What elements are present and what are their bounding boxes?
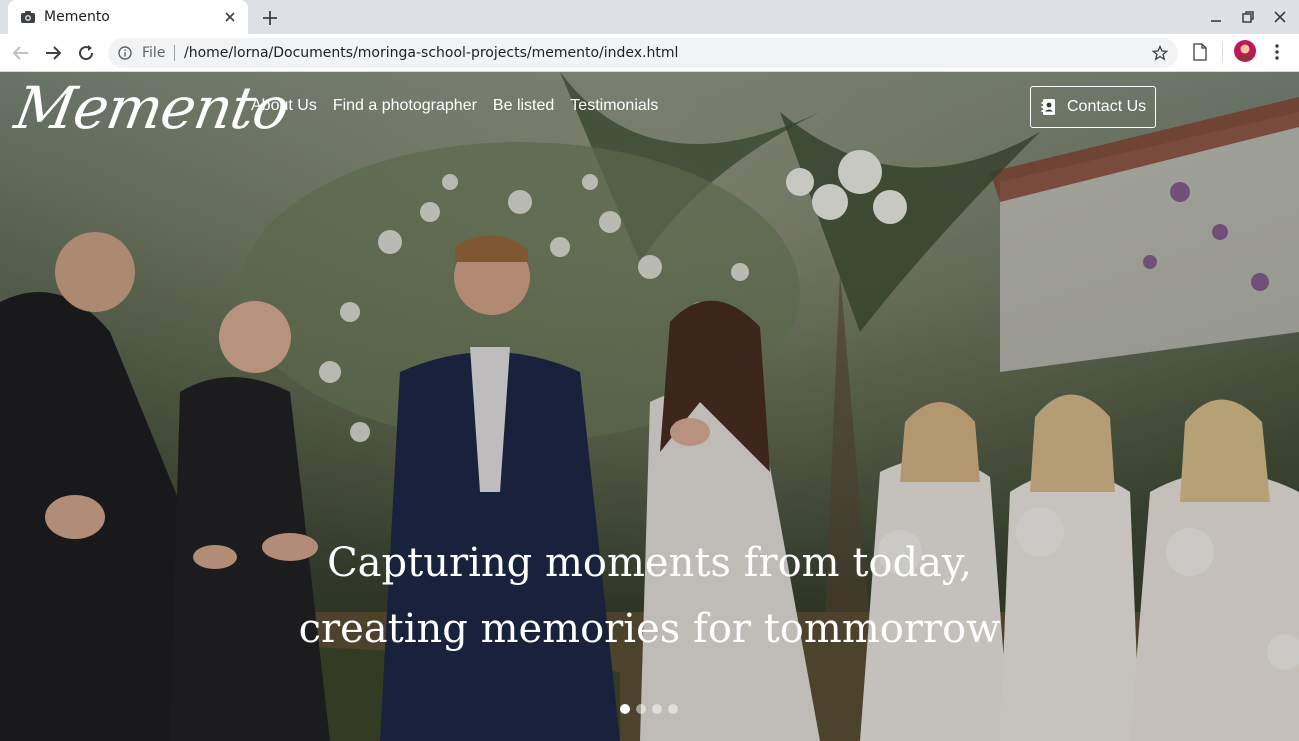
tab-title: Memento <box>44 9 110 25</box>
info-icon[interactable] <box>118 46 132 60</box>
nav-link-testimonials[interactable]: Testimonials <box>570 97 658 115</box>
carousel-dot-3[interactable] <box>652 704 662 714</box>
address-book-icon <box>1041 99 1055 115</box>
scheme-label: File <box>142 45 166 61</box>
browser-tab[interactable]: Memento <box>8 0 248 34</box>
address-bar[interactable]: File /home/lorna/Documents/moringa-schoo… <box>108 38 1178 68</box>
new-tab-icon[interactable] <box>260 8 280 28</box>
bookmark-star-icon[interactable] <box>1152 45 1168 61</box>
reader-page-icon[interactable] <box>1192 43 1208 61</box>
minimize-icon[interactable] <box>1208 9 1224 25</box>
nav-link-about[interactable]: About Us <box>251 97 317 115</box>
carousel-indicators <box>620 704 678 714</box>
hero-headline-line-1: Capturing moments from today, <box>327 540 972 586</box>
carousel-dot-1[interactable] <box>620 704 630 714</box>
forward-icon[interactable] <box>42 42 64 64</box>
toolbar-divider <box>1222 42 1223 62</box>
url-text[interactable]: /home/lorna/Documents/moringa-school-pro… <box>184 45 678 61</box>
reload-icon[interactable] <box>75 42 97 64</box>
restore-icon[interactable] <box>1240 9 1256 25</box>
hero-headline-line-2: creating memories for tommorrow <box>298 606 1001 652</box>
camera-icon <box>21 11 35 23</box>
hero-headline: Capturing moments from today, creating m… <box>0 530 1299 662</box>
browser-toolbar: File /home/lorna/Documents/moringa-schoo… <box>0 34 1299 72</box>
carousel-dot-4[interactable] <box>668 704 678 714</box>
carousel-dot-2[interactable] <box>636 704 646 714</box>
close-icon[interactable] <box>222 9 238 25</box>
menu-kebab-icon[interactable] <box>1270 43 1284 61</box>
main-nav: About Us Find a photographer Be listed T… <box>251 97 658 115</box>
contact-us-button[interactable]: Contact Us <box>1030 86 1156 128</box>
profile-avatar[interactable] <box>1234 40 1256 62</box>
nav-link-be-listed[interactable]: Be listed <box>493 97 554 115</box>
page-viewport: Memento About Us Find a photographer Be … <box>0 72 1299 741</box>
window-close-icon[interactable] <box>1272 9 1288 25</box>
tab-strip: Memento <box>0 0 1299 34</box>
omnibox-divider <box>174 45 175 61</box>
back-icon[interactable] <box>10 42 32 64</box>
contact-us-label: Contact Us <box>1067 98 1147 115</box>
nav-link-find-photographer[interactable]: Find a photographer <box>333 97 477 115</box>
